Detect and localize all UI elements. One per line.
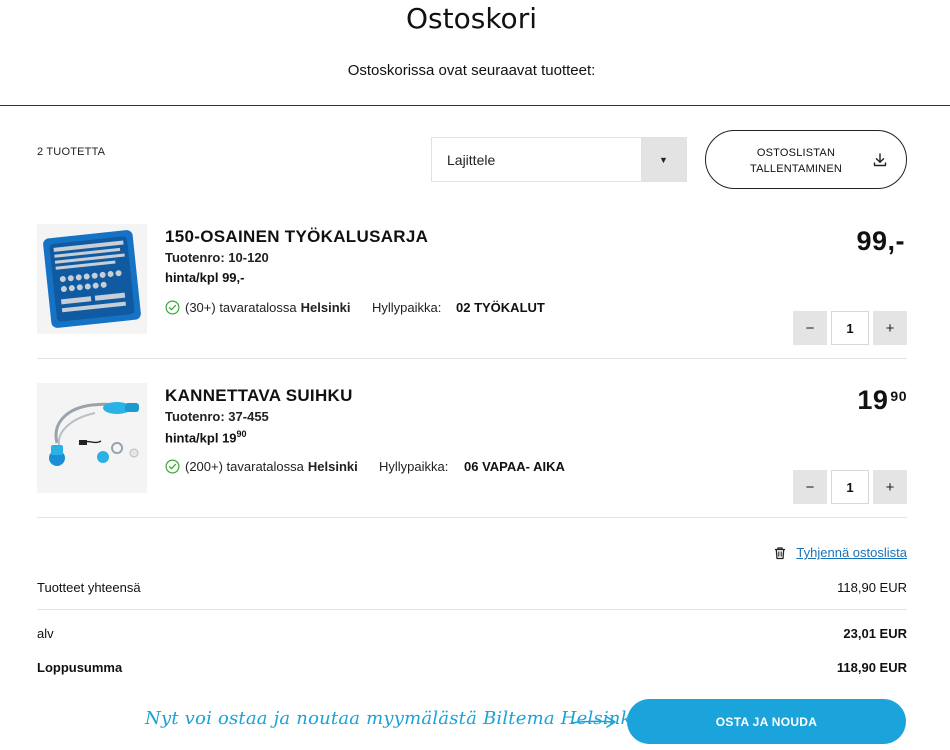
shelf-label: Hyllypaikka: <box>372 300 442 315</box>
item-divider <box>37 358 907 359</box>
header-divider <box>0 105 950 106</box>
unit-price: hinta/kpl 1990 <box>165 429 247 446</box>
store-name: Helsinki <box>300 300 351 315</box>
stock-status: (200+) tavaratalossa Helsinki <box>165 459 358 474</box>
vat-value: 23,01 EUR <box>843 626 907 641</box>
check-circle-icon <box>165 459 180 474</box>
shelf-value: 02 TYÖKALUT <box>456 300 545 315</box>
stock-status: (30+) tavaratalossa Helsinki <box>165 300 351 315</box>
product-count: 2 TUOTETTA <box>37 146 106 158</box>
product-price: 19 90 <box>857 385 907 415</box>
product-sku: Tuotenro: 10-120 <box>165 250 269 265</box>
arrow-right-icon <box>571 716 616 728</box>
quantity-decrease-button[interactable]: − <box>793 470 827 504</box>
total-value: 118,90 EUR <box>836 660 907 675</box>
product-image-portable-shower[interactable] <box>37 383 147 493</box>
quantity-input[interactable]: 1 <box>831 470 869 504</box>
caret-down-icon[interactable]: ▼ <box>641 138 686 181</box>
vat-label: alv <box>37 626 54 641</box>
clear-list-button[interactable]: Tyhjennä ostoslista <box>773 545 907 560</box>
page-subtitle: Ostoskorissa ovat seuraavat tuotteet: <box>347 62 596 79</box>
subtotal-label: Tuotteet yhteensä <box>37 580 141 595</box>
clear-list-link[interactable]: Tyhjennä ostoslista <box>796 545 907 560</box>
tool-case-image <box>37 224 147 334</box>
quantity-increase-button[interactable]: + <box>873 311 907 345</box>
sort-select[interactable]: Lajittele ▼ <box>431 137 687 182</box>
shelf-value: 06 VAPAA- AIKA <box>464 459 565 474</box>
cart-item: 150-OSAINEN TYÖKALUSARJA Tuotenro: 10-12… <box>37 224 907 345</box>
product-sku: Tuotenro: 37-455 <box>165 409 269 424</box>
portable-shower-image <box>37 383 147 493</box>
quantity-increase-button[interactable]: + <box>873 470 907 504</box>
product-price: 99,- <box>856 226 905 256</box>
shelf-label: Hyllypaikka: <box>379 459 449 474</box>
quantity-decrease-button[interactable]: − <box>793 311 827 345</box>
store-name: Helsinki <box>307 459 358 474</box>
check-circle-icon <box>165 300 180 315</box>
summary-divider <box>37 609 907 610</box>
total-label: Loppusumma <box>37 660 123 675</box>
unit-price: hinta/kpl 99,- <box>165 270 245 285</box>
download-icon <box>873 153 887 167</box>
sort-select-label: Lajittele <box>447 152 496 168</box>
cart-item: KANNETTAVA SUIHKU Tuotenro: 37-455 hinta… <box>37 383 907 504</box>
quantity-stepper: − 1 + <box>793 311 907 345</box>
product-image-tool-case[interactable] <box>37 224 147 334</box>
quantity-stepper: − 1 + <box>793 470 907 504</box>
product-name[interactable]: KANNETTAVA SUIHKU <box>165 386 353 406</box>
trash-icon <box>775 546 786 559</box>
item-divider <box>37 517 907 518</box>
quantity-input[interactable]: 1 <box>831 311 869 345</box>
save-list-label: OSTOSLISTAN TALLENTAMINEN <box>749 147 843 175</box>
save-list-button[interactable]: OSTOSLISTAN TALLENTAMINEN <box>705 130 907 189</box>
product-name[interactable]: 150-OSAINEN TYÖKALUSARJA <box>165 227 428 247</box>
subtotal-value: 118,90 EUR <box>837 580 907 595</box>
page-title: Ostoskori <box>406 2 537 35</box>
buy-and-pickup-button[interactable]: OSTA JA NOUDA <box>627 699 906 744</box>
